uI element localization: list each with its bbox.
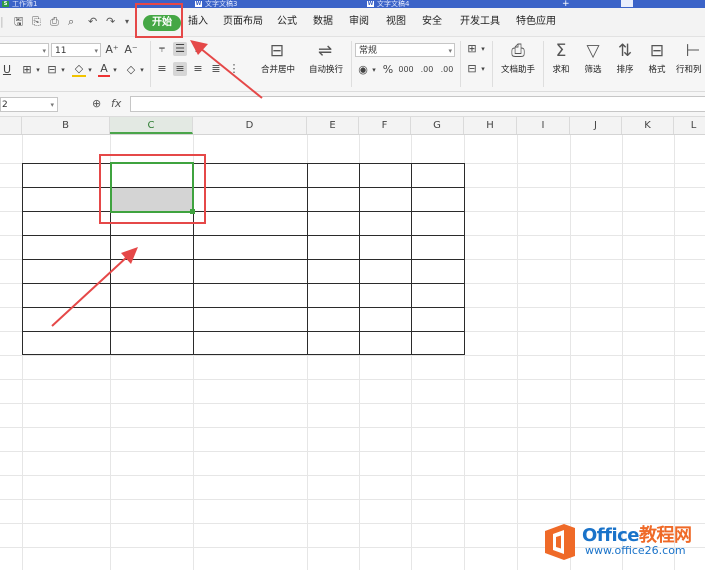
annotation-arrow-line	[199, 47, 263, 99]
annotation-arrows	[51, 40, 263, 327]
annotation-arrow-line	[51, 255, 129, 327]
office-logo-icon	[545, 524, 575, 560]
watermark: Office教程网 www.office26.com	[540, 518, 705, 570]
watermark-url: www.office26.com	[585, 544, 686, 557]
